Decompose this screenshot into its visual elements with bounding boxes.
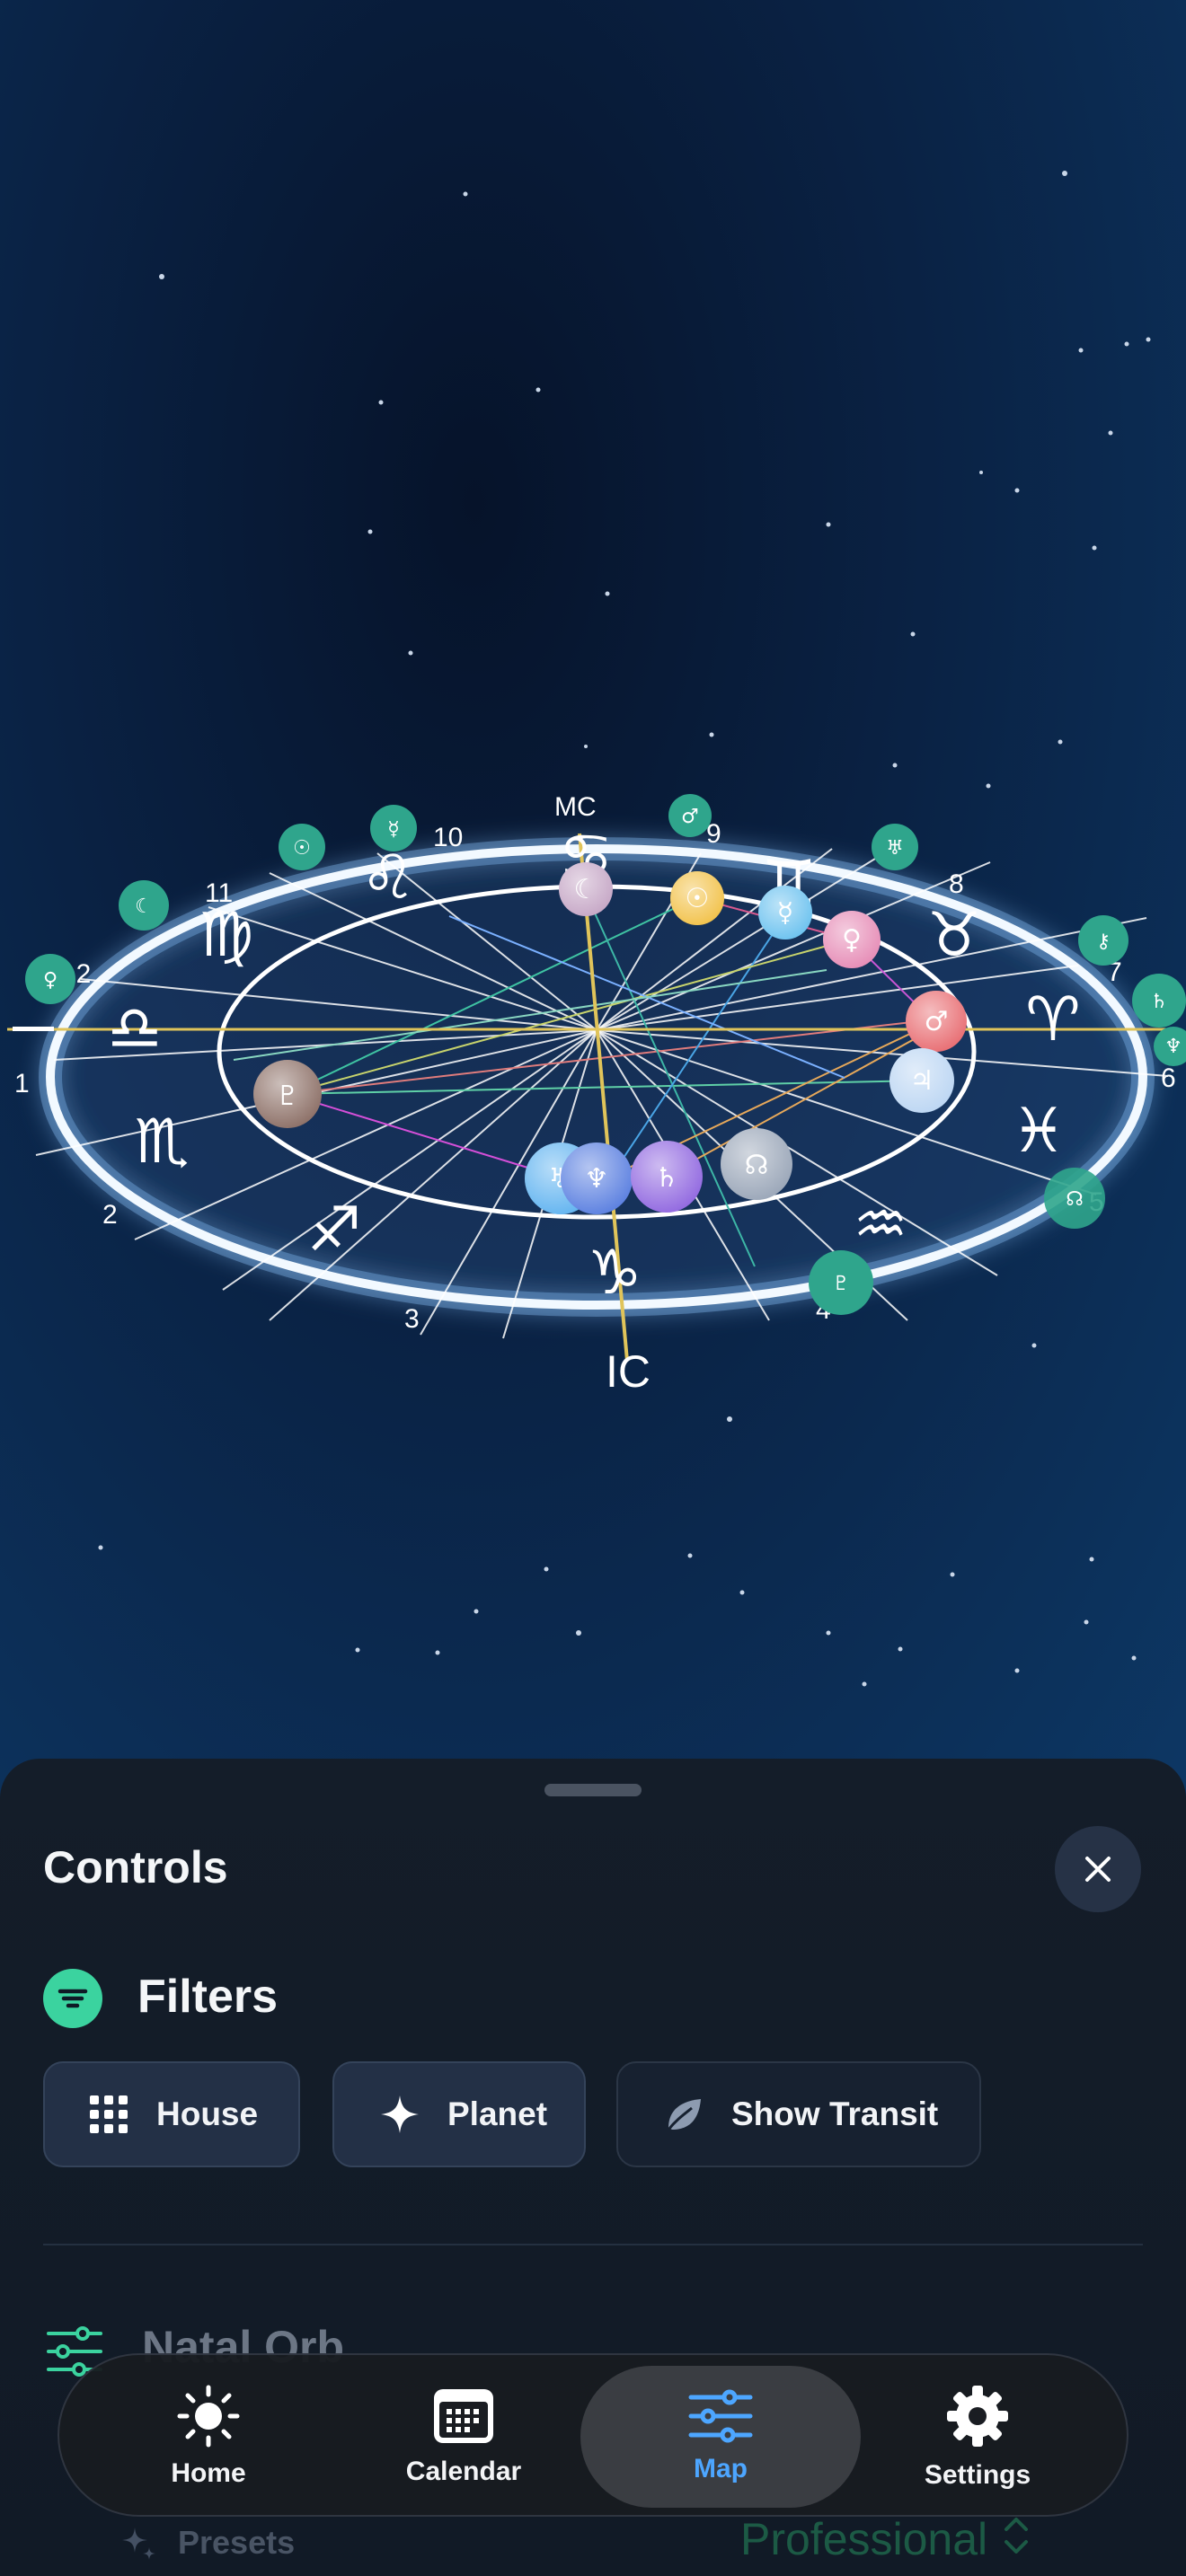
svg-text:♄: ♄ (1150, 991, 1168, 1013)
transit-neptune-marker: ♆ (1154, 1027, 1186, 1066)
svg-text:☊: ☊ (745, 1150, 769, 1181)
close-icon (1085, 1857, 1111, 1882)
house-number: 8 (949, 869, 964, 899)
transit-saturn-marker: ♄ (1132, 974, 1186, 1028)
leo-sign: ♌ (361, 842, 416, 913)
presets-label: Presets (178, 2524, 296, 2561)
chevron-up-down-icon[interactable] (1001, 2515, 1031, 2556)
transit-venus-marker: ♀ (25, 954, 75, 1004)
leaf-icon (661, 2092, 706, 2137)
house-chip-label: House (156, 2095, 259, 2132)
house-number: 10 (433, 823, 463, 852)
virgo-sign: ♍ (199, 900, 254, 971)
house-number: 6 (1161, 1063, 1176, 1093)
pisces-sign: ♓ (1012, 1096, 1067, 1167)
calendar-icon (434, 2389, 493, 2443)
svg-text:⚷: ⚷ (1096, 931, 1111, 953)
close-button[interactable] (1055, 1826, 1141, 1912)
svg-text:♄: ♄ (655, 1162, 679, 1194)
transit-sun-marker: ☉ (279, 824, 325, 870)
libra-sign: ♎ (108, 993, 163, 1064)
svg-text:☉: ☉ (686, 883, 710, 914)
house-number: 2 (102, 1200, 118, 1230)
nav-map[interactable]: Map (580, 2366, 861, 2508)
transit-pluto-marker: ♇ (809, 1250, 873, 1315)
svg-text:☿: ☿ (777, 897, 793, 929)
nav-calendar-label: Calendar (405, 2457, 522, 2486)
natal-sun-planet: ☉ (670, 871, 724, 925)
natal-mercury-planet: ☿ (758, 886, 812, 940)
nav-home-label: Home (171, 2458, 246, 2488)
transit-moon-marker: ☾ (119, 880, 169, 931)
svg-text:☿: ☿ (387, 818, 400, 841)
house-filter-chip[interactable]: House (43, 2061, 300, 2167)
mc-label: MC (554, 792, 597, 822)
natal-jupiter-planet: ♃ (890, 1048, 954, 1113)
svg-text:♅: ♅ (886, 837, 904, 860)
svg-text:♀: ♀ (43, 969, 58, 992)
nav-calendar[interactable]: Calendar (386, 2366, 541, 2508)
show-transit-filter-chip[interactable]: Show Transit (616, 2061, 981, 2167)
nav-settings[interactable]: Settings (904, 2366, 1051, 2508)
sparkle-icon (377, 2092, 422, 2137)
ascendant-marker (13, 1027, 54, 1031)
svg-text:☾: ☾ (135, 895, 153, 918)
svg-text:♇: ♇ (276, 1081, 300, 1112)
nav-map-label: Map (694, 2454, 748, 2483)
svg-text:☉: ☉ (293, 837, 311, 860)
ic-label: IC (606, 1346, 651, 1397)
planet-filter-chip[interactable]: Planet (332, 2061, 586, 2167)
filters-heading: Filters (137, 1971, 279, 2023)
house-number: 11 (205, 878, 233, 908)
planet-chip-label: Planet (447, 2095, 548, 2132)
preset-select-value[interactable]: Professional (740, 2513, 987, 2565)
svg-text:☊: ☊ (1066, 1188, 1084, 1211)
svg-text:♆: ♆ (585, 1163, 609, 1195)
svg-text:♀: ♀ (842, 924, 862, 956)
aquarius-sign: ♒ (854, 1189, 908, 1260)
natal-pluto-planet: ♇ (253, 1060, 322, 1128)
scorpio-sign: ♏ (135, 1107, 190, 1178)
svg-text:♇: ♇ (832, 1273, 850, 1295)
astrology-chart-wheel[interactable]: ♎ ♏ ♐ ♑ ♒ ♓ ♈ ♉ ♊ ♋ ♌ ♍ 1 2 3 4 5 6 7 8 … (0, 0, 1186, 1796)
natal-mars-planet: ♂ (906, 991, 967, 1052)
transit-node-marker: ☊ (1044, 1168, 1105, 1229)
natal-venus-planet: ♀ (823, 911, 881, 968)
transit-chiron-marker: ⚷ (1078, 915, 1128, 966)
sheet-title: Controls (43, 1842, 228, 1892)
svg-text:♃: ♃ (910, 1065, 934, 1097)
house-number: 3 (404, 1304, 420, 1334)
svg-text:☾: ☾ (574, 874, 598, 905)
svg-text:♂: ♂ (681, 806, 699, 828)
capricorn-sign: ♑ (588, 1238, 642, 1309)
sparkles-icon (122, 2527, 155, 2560)
natal-saturn-planet: ♄ (631, 1141, 703, 1213)
natal-moon-planet: ☾ (559, 862, 613, 916)
filter-icon (43, 1969, 102, 2028)
taurus-sign: ♉ (927, 900, 982, 971)
natal-node-planet: ☊ (721, 1128, 792, 1200)
natal-neptune-planet: ♆ (561, 1142, 633, 1214)
sliders-icon (688, 2389, 753, 2443)
nav-settings-label: Settings (924, 2460, 1031, 2490)
transit-mars-marker: ♂ (668, 794, 712, 837)
svg-text:♆: ♆ (1164, 1036, 1182, 1058)
house-number: 1 (14, 1069, 30, 1098)
section-divider (43, 2244, 1143, 2245)
aries-sign: ♈ (1026, 984, 1081, 1055)
svg-text:♂: ♂ (925, 1006, 949, 1037)
transit-mercury-marker: ☿ (370, 805, 417, 851)
show-transit-chip-label: Show Transit (731, 2095, 939, 2132)
transit-uranus-marker: ♅ (872, 824, 918, 870)
sun-icon (177, 2385, 240, 2448)
grid-icon (86, 2092, 131, 2137)
sheet-drag-handle[interactable] (544, 1784, 642, 1796)
nav-home[interactable]: Home (135, 2366, 282, 2508)
gear-icon (947, 2386, 1008, 2447)
sagittarius-sign: ♐ (307, 1195, 362, 1266)
